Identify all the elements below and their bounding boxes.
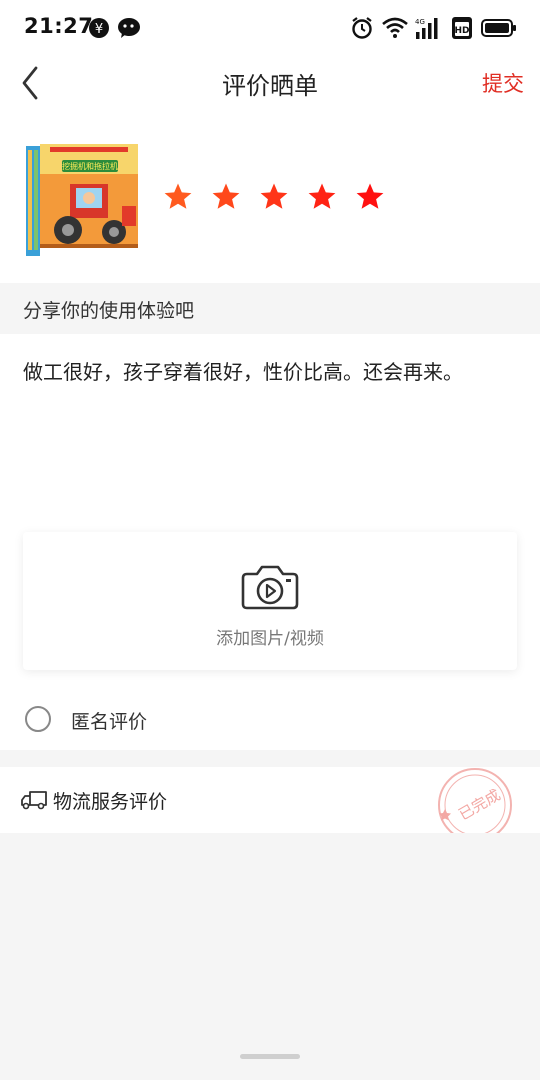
navigation-bar: 评价晒单 提交 bbox=[0, 56, 540, 110]
signal-icon: 4G bbox=[414, 14, 442, 42]
share-section-header: 分享你的使用体验吧 bbox=[0, 283, 540, 334]
completed-stamp: 已完成 bbox=[438, 768, 512, 833]
star-icon-3[interactable] bbox=[259, 182, 289, 212]
anonymous-label: 匿名评价 bbox=[71, 711, 148, 733]
star-icon-4[interactable] bbox=[307, 182, 337, 212]
logistics-label: 物流服务评价 bbox=[53, 791, 168, 813]
home-indicator[interactable] bbox=[240, 1054, 300, 1059]
star-icon-1[interactable] bbox=[163, 182, 193, 212]
star-icon-2[interactable] bbox=[211, 182, 241, 212]
wifi-icon bbox=[382, 14, 408, 42]
page-title: 评价晒单 bbox=[222, 72, 318, 100]
svg-text:挖掘机和拖拉机: 挖掘机和拖拉机 bbox=[62, 161, 118, 171]
logistics-review-row[interactable]: 物流服务评价 已完成 bbox=[0, 767, 540, 833]
svg-text:4G: 4G bbox=[415, 18, 425, 26]
svg-text:¥: ¥ bbox=[95, 22, 103, 37]
add-media-label: 添加图片/视频 bbox=[216, 629, 324, 649]
submit-button[interactable]: 提交 bbox=[482, 68, 524, 98]
star-rating[interactable] bbox=[163, 182, 385, 212]
anonymous-review-row[interactable]: 匿名评价 bbox=[0, 692, 540, 750]
anonymous-radio[interactable] bbox=[25, 706, 51, 732]
hd-sim-icon: HD bbox=[451, 14, 473, 42]
camera-video-icon bbox=[241, 565, 299, 610]
alarm-icon bbox=[350, 14, 374, 42]
star-icon-5[interactable] bbox=[355, 182, 385, 212]
product-rating-section: 挖掘机和拖拉机 bbox=[0, 110, 540, 283]
battery-icon bbox=[481, 14, 517, 42]
review-text[interactable]: 做工很好，孩子穿着很好，性价比高。还会再来。 bbox=[23, 358, 520, 386]
svg-text:已完成: 已完成 bbox=[455, 786, 503, 824]
chat-icon bbox=[117, 14, 141, 42]
share-section-title: 分享你的使用体验吧 bbox=[23, 300, 195, 322]
payment-icon: ¥ bbox=[88, 14, 110, 42]
truck-icon bbox=[21, 791, 47, 810]
status-bar: 21:27 ¥ 4G HD bbox=[0, 0, 540, 56]
add-media-button[interactable]: 添加图片/视频 bbox=[23, 532, 517, 670]
product-thumbnail: 挖掘机和拖拉机 bbox=[26, 144, 138, 258]
svg-text:HD: HD bbox=[454, 26, 469, 36]
review-input-area[interactable]: 做工很好，孩子穿着很好，性价比高。还会再来。 添加图片/视频 匿名评价 bbox=[0, 334, 540, 750]
status-time: 21:27 bbox=[24, 14, 94, 38]
